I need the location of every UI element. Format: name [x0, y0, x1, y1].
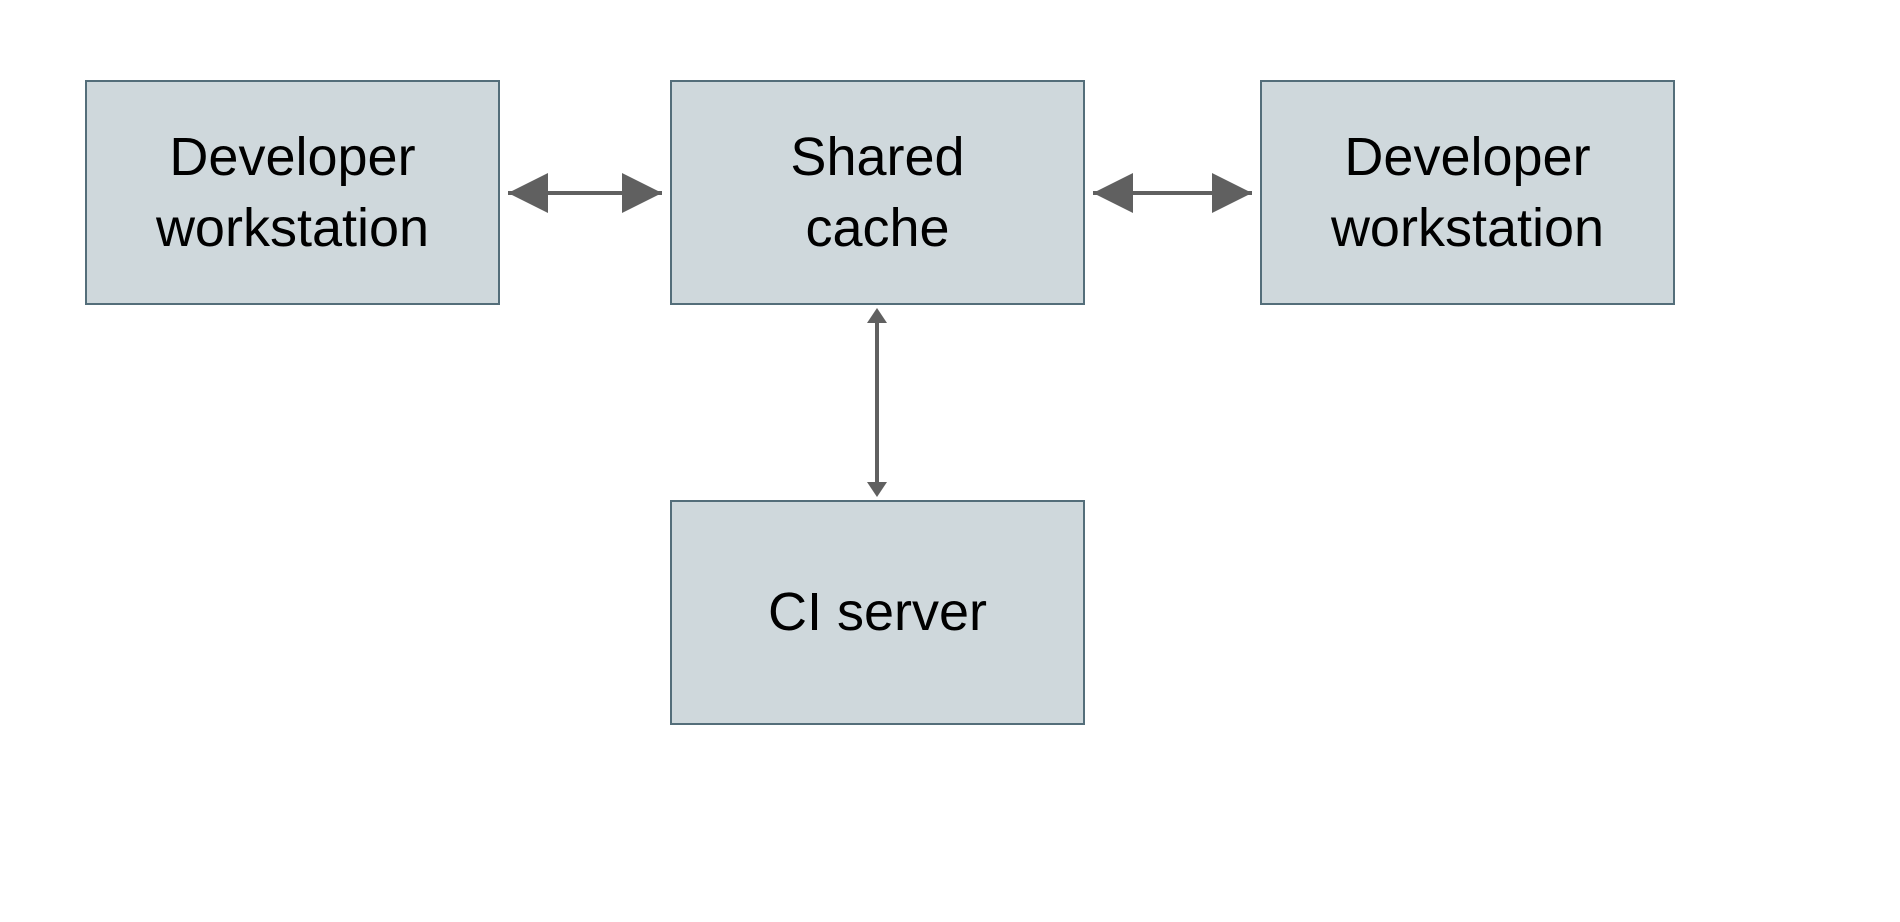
- node-label: Developer workstation: [156, 122, 429, 262]
- node-label: Developer workstation: [1331, 122, 1604, 262]
- label-line: Developer: [1344, 127, 1590, 187]
- double-arrow-icon: [500, 178, 670, 208]
- label-line: workstation: [1331, 198, 1604, 258]
- node-label: CI server: [768, 577, 987, 647]
- node-ci-server: CI server: [670, 500, 1085, 725]
- node-label: Shared cache: [790, 122, 964, 262]
- node-developer-workstation-right: Developer workstation: [1260, 80, 1675, 305]
- label-line: Shared: [790, 127, 964, 187]
- label-line: Developer: [169, 127, 415, 187]
- label-line: workstation: [156, 198, 429, 258]
- double-arrow-icon: [1085, 178, 1260, 208]
- label-line: CI server: [768, 582, 987, 642]
- architecture-diagram: Developer workstation Shared cache Devel…: [0, 0, 1900, 922]
- node-developer-workstation-left: Developer workstation: [85, 80, 500, 305]
- node-shared-cache: Shared cache: [670, 80, 1085, 305]
- label-line: cache: [805, 198, 949, 258]
- double-arrow-icon: [862, 305, 892, 500]
